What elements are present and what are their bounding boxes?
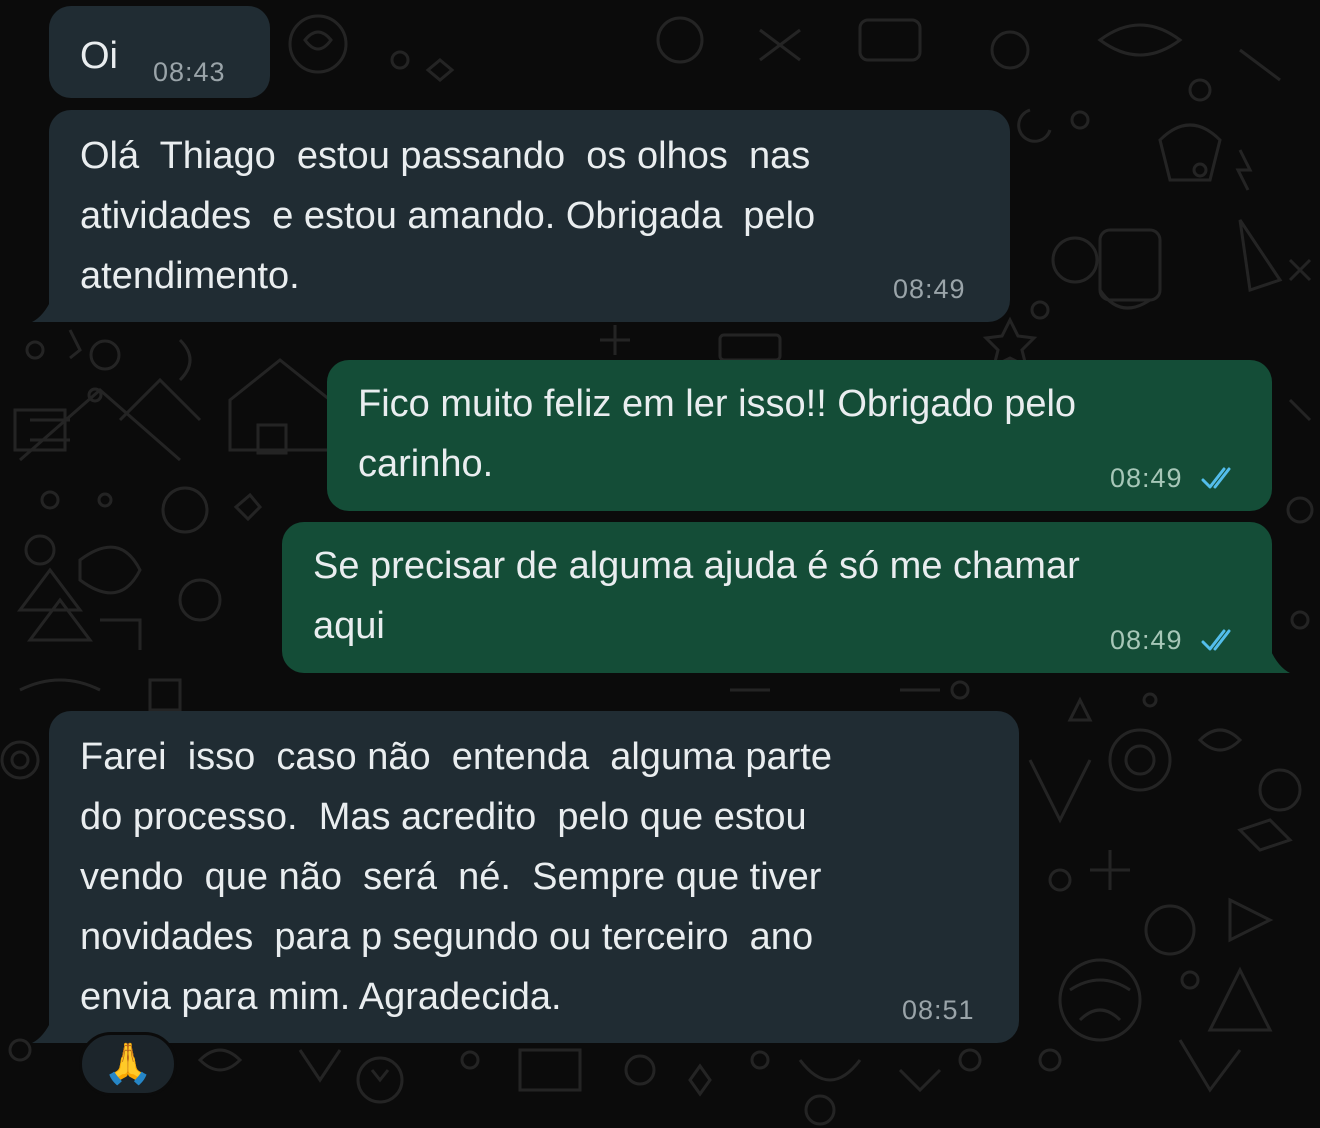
chat-conversation: Oi 08:43 Olá Thiago estou passando os ol… <box>0 0 1320 1128</box>
message-time: 08:49 <box>1110 463 1183 493</box>
message-time: 08:51 <box>902 995 975 1025</box>
incoming-message[interactable]: Oi 08:43 <box>49 6 270 98</box>
incoming-message[interactable]: Farei isso caso não entenda alguma parte… <box>49 711 1019 1043</box>
message-time: 08:49 <box>893 274 966 304</box>
double-check-icon <box>1201 629 1231 651</box>
message-text: Farei isso caso não entenda alguma parte… <box>80 736 833 1018</box>
message-time: 08:49 <box>1110 625 1183 655</box>
outgoing-message[interactable]: Fico muito feliz em ler isso!! Obrigado … <box>327 360 1272 511</box>
incoming-bubble-tail <box>32 1019 52 1043</box>
message-reaction[interactable]: 🙏 <box>79 1032 177 1096</box>
double-check-icon <box>1201 467 1231 489</box>
message-text: Olá Thiago estou passando os olhos nas a… <box>80 135 816 297</box>
message-time: 08:43 <box>153 57 226 87</box>
incoming-message[interactable]: Olá Thiago estou passando os olhos nas a… <box>49 110 1010 322</box>
incoming-bubble-tail <box>32 298 52 322</box>
outgoing-bubble-tail <box>1270 649 1290 673</box>
message-text: Oi <box>80 35 118 77</box>
outgoing-message[interactable]: Se precisar de alguma ajuda é só me cham… <box>282 522 1272 673</box>
